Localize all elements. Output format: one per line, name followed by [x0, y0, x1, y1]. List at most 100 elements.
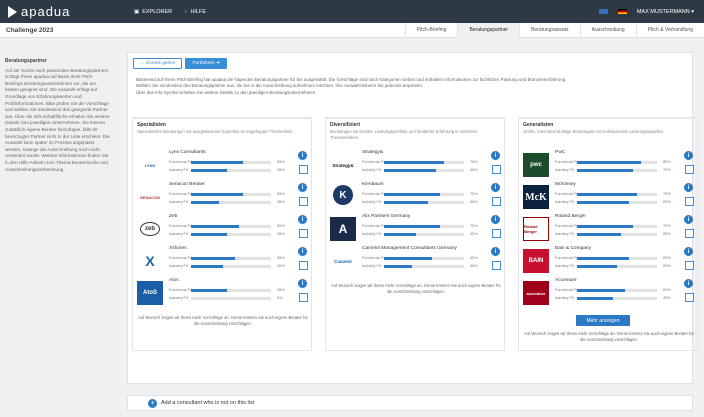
nav-explorer[interactable]: ▣ EXPLORER — [134, 9, 172, 15]
info-icon[interactable]: i — [298, 215, 307, 224]
select-checkbox[interactable] — [492, 261, 501, 270]
consultant-name: Roland Berger — [555, 214, 586, 219]
tab-pitch-verhandlung[interactable]: Pitch & Verhandlung — [635, 22, 704, 38]
consultant-logo: AtoS — [137, 281, 163, 305]
info-icon[interactable]: i — [298, 151, 307, 160]
industry-fit-value: 45% — [663, 296, 671, 300]
industry-fit-value: 50% — [663, 264, 671, 268]
consultant-logo: LYNX — [144, 162, 156, 168]
functional-fit-fill — [191, 161, 243, 164]
functional-fit-track — [384, 193, 464, 196]
industry-fit-track — [577, 169, 657, 172]
info-icon[interactable]: i — [684, 215, 693, 224]
industry-fit-fill — [384, 265, 412, 268]
info-icon[interactable]: i — [684, 183, 693, 192]
show-more-button[interactable]: Mehr anzeigen — [576, 315, 630, 326]
industry-fit-label: Industry Fit — [555, 200, 574, 204]
functional-fit-bar: Functional Fit 70% — [362, 223, 492, 231]
nav-help-label: HILFE — [190, 8, 207, 15]
select-checkbox[interactable] — [492, 165, 501, 174]
tab-ausschreibung[interactable]: Ausschreibung — [579, 22, 636, 38]
functional-fit-fill — [384, 193, 440, 196]
select-checkbox[interactable] — [685, 229, 694, 238]
consultant-name: PwC — [555, 150, 566, 155]
select-checkbox[interactable] — [299, 229, 308, 238]
industry-fit-bar: Industry Fit 55% — [362, 199, 492, 207]
industry-fit-bar: Industry Fit 35% — [169, 199, 299, 207]
functional-fit-track — [191, 161, 271, 164]
apadua-logo[interactable]: apadua — [8, 4, 118, 19]
select-checkbox[interactable] — [299, 293, 308, 302]
industry-fit-bar: Industry Fit 70% — [555, 167, 685, 175]
info-icon[interactable]: i — [684, 247, 693, 256]
industry-fit-value: 40% — [470, 232, 478, 236]
consultant-card: X Xshores Functional Fit 55% Industry Fi… — [137, 245, 309, 278]
select-checkbox[interactable] — [299, 261, 308, 270]
info-icon[interactable]: i — [684, 151, 693, 160]
info-icon[interactable]: i — [298, 247, 307, 256]
main-panel: ← Zurück gehen Fortfahren ➔ Basierend au… — [127, 52, 698, 384]
industry-fit-value: 65% — [470, 168, 478, 172]
select-checkbox[interactable] — [492, 229, 501, 238]
user-menu[interactable]: MAX MUSTERMANN ▾ — [637, 9, 694, 15]
top-nav: ▣ EXPLORER ◌ HILFE — [134, 9, 206, 15]
functional-fit-value: 60% — [277, 224, 285, 228]
back-button[interactable]: ← Zurück gehen — [133, 58, 183, 69]
functional-fit-label: Functional Fit — [555, 224, 578, 228]
tab-beratungsansatz[interactable]: Beratungsansatz — [519, 22, 580, 38]
add-consultant-row[interactable]: + Add a consultant who is not on this li… — [127, 395, 693, 411]
column-description: Spezialisierte Beratungen mit ausgewiese… — [137, 129, 293, 134]
column-footer-text: Auf Wunsch zeigen wir Ihnen mehr Vorschl… — [524, 331, 694, 342]
consultant-card: AtoS Atos Functional Fit 45% Industry Fi… — [137, 277, 309, 310]
consultant-card: A Alix Partners Germany Functional Fit 7… — [330, 213, 502, 246]
industry-fit-label: Industry Fit — [169, 200, 188, 204]
consultant-card: accenture Accenture Functional Fit 60% I… — [523, 277, 695, 310]
info-icon[interactable]: i — [298, 183, 307, 192]
message-icon[interactable] — [598, 9, 608, 14]
nav-help[interactable]: ◌ HILFE — [184, 9, 206, 15]
select-checkbox[interactable] — [685, 197, 694, 206]
info-icon[interactable]: i — [491, 183, 500, 192]
column-description: Beratungen mit breitem Leistungsportfoli… — [330, 129, 478, 140]
select-checkbox[interactable] — [299, 197, 308, 206]
industry-fit-track — [577, 297, 657, 300]
industry-fit-fill — [191, 233, 227, 236]
info-icon[interactable]: i — [298, 279, 307, 288]
select-checkbox[interactable] — [685, 165, 694, 174]
consultant-logo: accenture — [523, 281, 549, 305]
logo-mark-icon — [8, 5, 17, 18]
functional-fit-label: Functional Fit — [555, 160, 578, 164]
industry-fit-track — [384, 169, 464, 172]
tab-pitch-briefing[interactable]: Pitch-Briefing — [404, 22, 458, 38]
tab-beratungspartner[interactable]: Beratungspartner — [457, 22, 520, 38]
functional-fit-label: Functional Fit — [555, 256, 578, 260]
functional-fit-track — [191, 257, 271, 260]
industry-fit-value: 35% — [470, 264, 478, 268]
info-icon[interactable]: i — [491, 215, 500, 224]
functional-fit-fill — [577, 193, 637, 196]
language-flag-icon[interactable] — [617, 9, 627, 14]
info-icon[interactable]: i — [684, 279, 693, 288]
functional-fit-fill — [191, 225, 239, 228]
functional-fit-label: Functional Fit — [555, 288, 578, 292]
select-checkbox[interactable] — [685, 293, 694, 302]
continue-button[interactable]: Fortfahren ➔ — [185, 58, 227, 69]
industry-fit-bar: Industry Fit 65% — [555, 199, 685, 207]
info-icon[interactable]: i — [491, 247, 500, 256]
functional-fit-label: Functional Fit — [169, 192, 192, 196]
consultant-logo: A — [330, 217, 356, 241]
consultant-card: Camelot Camelot Management Consultants G… — [330, 245, 502, 278]
functional-fit-fill — [384, 161, 444, 164]
functional-fit-value: 65% — [663, 256, 671, 260]
consultant-logo: X — [145, 253, 155, 269]
consultant-name: Strategy& — [362, 150, 384, 155]
info-icon[interactable]: i — [491, 151, 500, 160]
functional-fit-label: Functional Fit — [169, 160, 192, 164]
functional-fit-value: 65% — [277, 192, 285, 196]
select-checkbox[interactable] — [492, 197, 501, 206]
select-checkbox[interactable] — [685, 261, 694, 270]
industry-fit-value: 45% — [277, 168, 285, 172]
industry-fit-fill — [577, 169, 633, 172]
select-checkbox[interactable] — [299, 165, 308, 174]
functional-fit-label: Functional Fit — [362, 192, 385, 196]
